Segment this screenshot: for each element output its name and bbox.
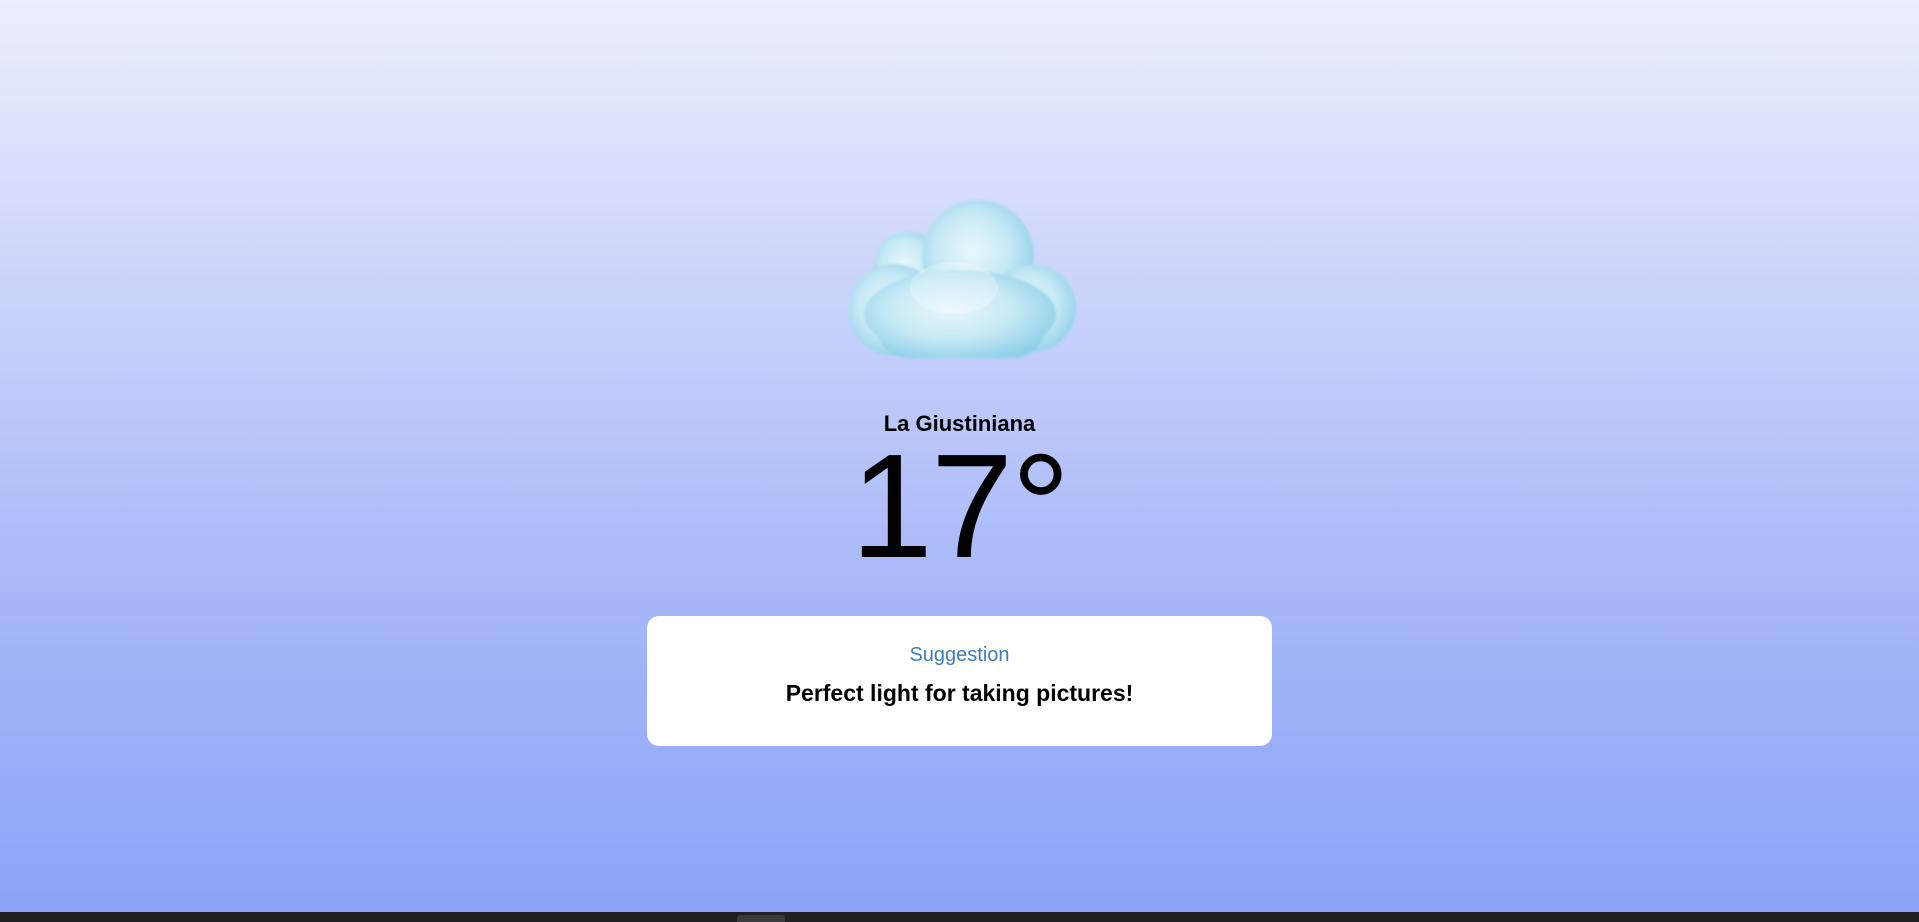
temperature-value: 17° <box>850 424 1071 589</box>
suggestion-title: Suggestion <box>909 644 1010 666</box>
weather-page: La Giustiniana 17° Suggestion Perfect li… <box>0 0 1919 912</box>
taskbar <box>0 912 1919 922</box>
suggestion-text: Perfect light for taking pictures! <box>785 680 1134 706</box>
taskbar-item[interactable] <box>737 915 785 922</box>
cloud-icon <box>836 196 1084 372</box>
suggestion-card: Suggestion Perfect light for taking pict… <box>647 616 1272 746</box>
